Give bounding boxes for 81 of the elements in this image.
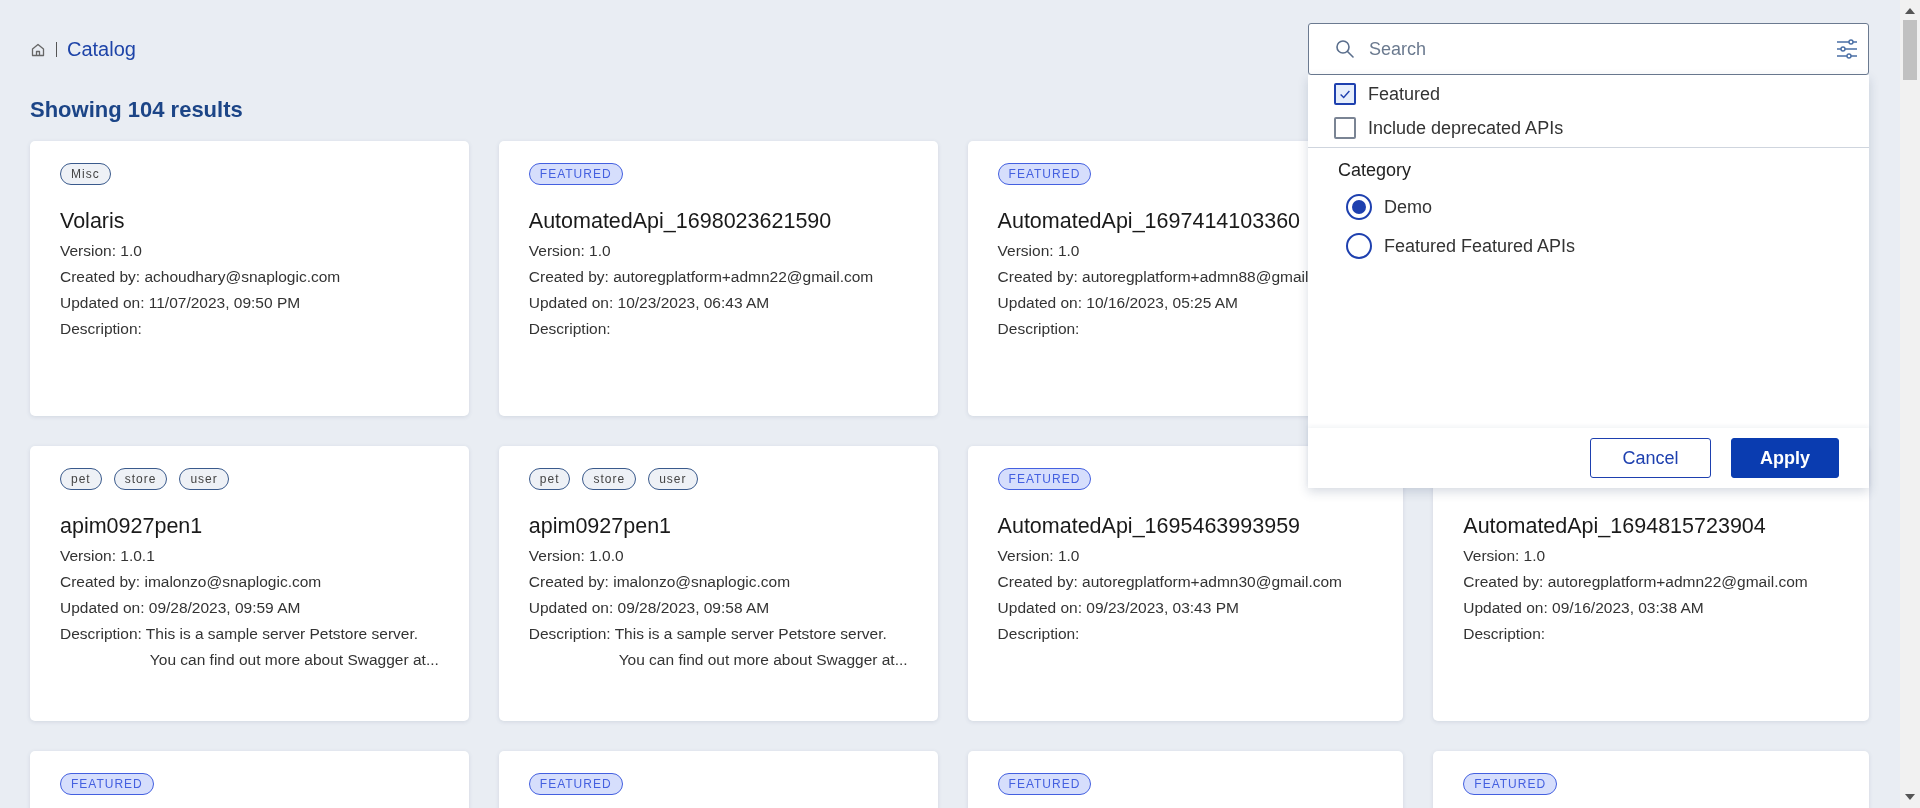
tag: store xyxy=(113,468,168,490)
filter-sliders-icon[interactable] xyxy=(1836,38,1858,60)
tag: Misc xyxy=(60,163,111,185)
search-icon xyxy=(1335,39,1355,59)
api-card[interactable]: FEATURED xyxy=(30,751,469,808)
card-detail: Updated on: 11/07/2023, 09:50 PM xyxy=(60,293,301,313)
card-title: Volaris xyxy=(60,209,125,234)
checkbox[interactable] xyxy=(1334,83,1356,105)
scrollbar[interactable] xyxy=(1900,0,1920,808)
scroll-up-arrow-icon[interactable] xyxy=(1905,8,1915,14)
search-field[interactable]: Search xyxy=(1367,37,1824,61)
card-detail: Created by: autoregplatform+admn22@gmail.com xyxy=(528,267,874,287)
tag: FEATURED xyxy=(1463,773,1558,795)
api-card[interactable] xyxy=(498,446,938,721)
description-label: Description: xyxy=(1463,624,1546,644)
api-card[interactable]: FEATURED xyxy=(1433,751,1869,808)
api-card[interactable]: FEATURED xyxy=(967,751,1404,808)
tag: user xyxy=(648,468,698,490)
tag: store xyxy=(582,468,637,490)
card-detail: Created by: imalonzo@snaplogic.com xyxy=(60,572,322,592)
card-title: AutomatedApi_1694815723904 xyxy=(1463,514,1766,539)
api-card[interactable]: FEATURED xyxy=(498,751,938,808)
card-detail: Updated on: 09/23/2023, 03:43 PM xyxy=(997,598,1239,618)
tag: FEATURED xyxy=(997,773,1092,795)
card-title: AutomatedApi_1698023621590 xyxy=(528,209,832,234)
card-detail: Created by: achoudhary@snaplogic.com xyxy=(60,267,341,287)
api-card[interactable] xyxy=(30,446,469,721)
card-detail: Updated on: 09/16/2023, 03:38 AM xyxy=(1463,598,1704,618)
api-card[interactable]: FEATURED AutomatedApi_1695463993959 Version: 1.0 Created by: autoregplatform+admn30@gmail.com Updated on: 09/23/2023, 03:43 PM Description: xyxy=(967,446,1404,721)
card-title: apim0927pen1 xyxy=(528,514,672,539)
card-detail: Updated on: 10/23/2023, 06:43 AM xyxy=(528,293,770,313)
tag: FEATURED xyxy=(997,163,1092,185)
card-detail: Created by: autoregplatform+admn22@gmail.com xyxy=(1463,572,1808,592)
results-heading: Showing 104 results xyxy=(30,96,243,124)
tag: user xyxy=(179,468,229,490)
description-label: Description: xyxy=(528,624,611,644)
card-detail: Version: 1.0 xyxy=(528,241,611,261)
description-text: This is a sample server Petstore server. xyxy=(614,624,887,644)
radio-button[interactable] xyxy=(1346,233,1372,259)
search-bar[interactable]: Search xyxy=(1308,23,1869,75)
card-title: apim0927pen1 xyxy=(60,514,203,539)
tag: FEATURED xyxy=(60,773,154,795)
description-label: Description: xyxy=(60,624,142,644)
api-card[interactable]: FEATURED AutomatedApi_1698023621590 Version: 1.0 Created by: autoregplatform+admn22@gmail.com Updated on: 10/23/2023, 06:43 AM Description: xyxy=(498,141,938,416)
card-detail: Version: 1.0.0 xyxy=(528,546,624,566)
card-detail: Version: 1.0 xyxy=(997,241,1080,261)
tag: FEATURED xyxy=(528,773,623,795)
home-icon[interactable] xyxy=(30,41,46,58)
scrollbar-thumb[interactable] xyxy=(1903,20,1917,80)
card-detail: Version: 1.0 xyxy=(60,241,142,261)
card-detail: Version: 1.0.1 xyxy=(60,546,155,566)
card-detail: Version: 1.0 xyxy=(1463,546,1546,566)
breadcrumb-link[interactable]: Catalog xyxy=(67,38,136,61)
panel-button[interactable]: Cancel xyxy=(1590,438,1711,478)
description-label: Description: xyxy=(528,319,611,339)
description-label: Description: xyxy=(60,319,142,339)
checkbox[interactable] xyxy=(1334,117,1356,139)
tag: pet xyxy=(528,468,571,490)
api-card[interactable]: Misc Volaris Version: 1.0 Created by: achoudhary@snaplogic.com Updated on: 11/07/2023, 09:50 PM Description: xyxy=(30,141,469,416)
description-label: Description: xyxy=(997,624,1080,644)
description-label: Description: xyxy=(997,319,1080,339)
description-text: You can find out more about Swagger at... xyxy=(618,650,908,670)
checkbox-label: Featured xyxy=(1368,83,1441,105)
radio-button[interactable] xyxy=(1346,194,1372,220)
card-title: AutomatedApi_1697414103360 xyxy=(997,209,1301,234)
card-title: AutomatedApi_1695463993959 xyxy=(997,514,1301,539)
tag: FEATURED xyxy=(997,468,1092,490)
scroll-down-arrow-icon[interactable] xyxy=(1905,794,1915,800)
card-detail: Created by: autoregplatform+admn30@gmail.com xyxy=(997,572,1342,592)
description-text: This is a sample server Petstore server. xyxy=(145,624,419,644)
panel-button[interactable]: Apply xyxy=(1731,438,1839,478)
description-text: You can find out more about Swagger at... xyxy=(149,650,439,670)
card-detail: Created by: imalonzo@snaplogic.com xyxy=(528,572,791,592)
card-detail: Updated on: 09/28/2023, 09:59 AM xyxy=(60,598,301,618)
card-detail: Created by: autoregplatform+admn88@gmail xyxy=(997,267,1309,287)
tag: pet xyxy=(60,468,102,490)
card-detail: Updated on: 09/28/2023, 09:58 AM xyxy=(528,598,770,618)
card-detail: Version: 1.0 xyxy=(997,546,1080,566)
tag: FEATURED xyxy=(528,163,623,185)
card-detail: Updated on: 10/16/2023, 05:25 AM xyxy=(997,293,1239,313)
checkbox-label: Include deprecated APIs xyxy=(1368,117,1564,139)
